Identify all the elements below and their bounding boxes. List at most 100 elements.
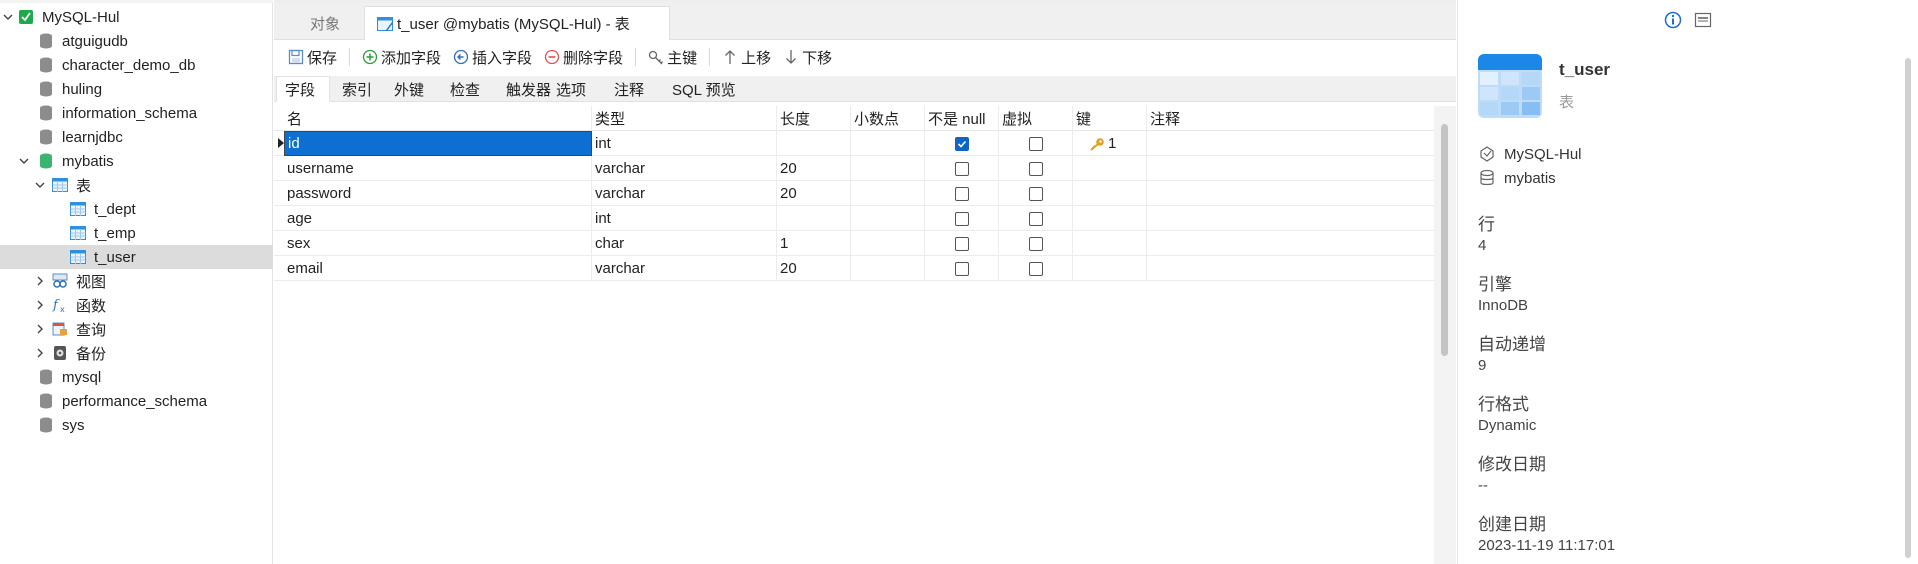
tree-folder-views[interactable]: 视图: [0, 269, 273, 293]
cell-length[interactable]: 20: [777, 181, 851, 206]
col-header-comment[interactable]: 注释: [1147, 106, 1434, 131]
delete-field-button[interactable]: 删除字段: [538, 44, 629, 70]
cell-key[interactable]: [1073, 156, 1147, 181]
cell-decimal[interactable]: [851, 181, 925, 206]
tree-db-performance-schema[interactable]: performance_schema: [0, 389, 273, 413]
cell-name[interactable]: id: [284, 131, 592, 156]
table-row[interactable]: age int: [274, 206, 1434, 231]
cell-key[interactable]: [1073, 231, 1147, 256]
cell-comment[interactable]: [1147, 156, 1434, 181]
tab-t-user-design[interactable]: t_user @mybatis (MySQL-Hul) - 表: [364, 6, 670, 40]
tree-db-huling[interactable]: huling: [0, 77, 273, 101]
tree-folder-queries[interactable]: 查询: [0, 317, 273, 341]
move-down-button[interactable]: 下移: [777, 44, 838, 70]
col-header-not-null[interactable]: 不是 null: [925, 106, 999, 131]
table-row[interactable]: username varchar 20: [274, 156, 1434, 181]
tree-db-learnjdbc[interactable]: learnjdbc: [0, 125, 273, 149]
cell-type[interactable]: char: [592, 231, 777, 256]
not-null-checkbox[interactable]: [954, 136, 969, 151]
cell-decimal[interactable]: [851, 131, 925, 156]
col-header-virtual[interactable]: 虚拟: [999, 106, 1073, 131]
virtual-checkbox[interactable]: [1028, 211, 1043, 226]
cell-comment[interactable]: [1147, 206, 1434, 231]
subtab-indexes[interactable]: 索引: [334, 76, 384, 102]
cell-key[interactable]: 1: [1073, 131, 1147, 156]
virtual-checkbox[interactable]: [1028, 236, 1043, 251]
info-vertical-scrollbar[interactable]: [1903, 50, 1913, 564]
tree-db-information-schema[interactable]: information_schema: [0, 101, 273, 125]
scrollbar-thumb[interactable]: [1905, 58, 1911, 558]
tree-folder-functions[interactable]: fx 函数: [0, 293, 273, 317]
tree-folder-backups[interactable]: 备份: [0, 341, 273, 365]
ddl-icon[interactable]: [1694, 11, 1712, 33]
chevron-right-icon[interactable]: [34, 275, 46, 287]
grid-vertical-scrollbar[interactable]: [1434, 106, 1456, 564]
cell-decimal[interactable]: [851, 206, 925, 231]
chevron-right-icon[interactable]: [34, 299, 46, 311]
subtab-foreign-keys[interactable]: 外键: [386, 76, 440, 102]
cell-key[interactable]: [1073, 181, 1147, 206]
tree-connection-mysql-hul[interactable]: MySQL-Hul: [0, 5, 273, 29]
cell-length[interactable]: [777, 131, 851, 156]
col-header-length[interactable]: 长度: [777, 106, 851, 131]
col-header-name[interactable]: 名: [284, 106, 592, 131]
not-null-checkbox[interactable]: [954, 236, 969, 251]
cell-type[interactable]: varchar: [592, 156, 777, 181]
cell-decimal[interactable]: [851, 156, 925, 181]
cell-length[interactable]: 20: [777, 156, 851, 181]
virtual-checkbox[interactable]: [1028, 161, 1043, 176]
cell-name[interactable]: password: [284, 181, 592, 206]
cell-length[interactable]: [777, 206, 851, 231]
subtab-checks[interactable]: 检查: [442, 76, 496, 102]
cell-name[interactable]: username: [284, 156, 592, 181]
tab-objects[interactable]: 对象: [288, 6, 362, 40]
cell-name[interactable]: email: [284, 256, 592, 281]
chevron-down-icon[interactable]: [34, 179, 46, 191]
cell-name[interactable]: sex: [284, 231, 592, 256]
table-row[interactable]: password varchar 20: [274, 181, 1434, 206]
subtab-options[interactable]: 选项: [548, 76, 606, 102]
tree-table-t-dept[interactable]: t_dept: [0, 197, 273, 221]
cell-length[interactable]: 1: [777, 231, 851, 256]
cell-type[interactable]: varchar: [592, 181, 777, 206]
chevron-right-icon[interactable]: [34, 323, 46, 335]
scrollbar-thumb[interactable]: [1441, 124, 1448, 356]
cell-key[interactable]: [1073, 206, 1147, 231]
tree-db-mybatis[interactable]: mybatis: [0, 149, 273, 173]
not-null-checkbox[interactable]: [954, 261, 969, 276]
cell-type[interactable]: int: [592, 131, 777, 156]
tree-db-atguigudb[interactable]: atguigudb: [0, 29, 273, 53]
subtab-fields[interactable]: 字段: [276, 76, 330, 102]
col-header-decimal[interactable]: 小数点: [851, 106, 925, 131]
subtab-sql-preview[interactable]: SQL 预览: [664, 76, 756, 102]
cell-comment[interactable]: [1147, 131, 1434, 156]
table-row[interactable]: email varchar 20: [274, 256, 1434, 281]
not-null-checkbox[interactable]: [954, 186, 969, 201]
col-header-key[interactable]: 键: [1073, 106, 1147, 131]
cell-key[interactable]: [1073, 256, 1147, 281]
save-button[interactable]: 保存: [282, 44, 343, 70]
virtual-checkbox[interactable]: [1028, 186, 1043, 201]
cell-name[interactable]: age: [284, 206, 592, 231]
add-field-button[interactable]: 添加字段: [356, 44, 447, 70]
col-header-type[interactable]: 类型: [592, 106, 777, 131]
not-null-checkbox[interactable]: [954, 161, 969, 176]
tree-db-character-demo-db[interactable]: character_demo_db: [0, 53, 273, 77]
cell-decimal[interactable]: [851, 231, 925, 256]
primary-key-button[interactable]: 主键: [642, 44, 703, 70]
tree-folder-tables[interactable]: 表: [0, 173, 273, 197]
tree-table-t-emp[interactable]: t_emp: [0, 221, 273, 245]
virtual-checkbox[interactable]: [1028, 136, 1043, 151]
chevron-down-icon[interactable]: [18, 155, 30, 167]
table-row[interactable]: id int 1: [274, 131, 1434, 156]
cell-comment[interactable]: [1147, 181, 1434, 206]
virtual-checkbox[interactable]: [1028, 261, 1043, 276]
cell-type[interactable]: int: [592, 206, 777, 231]
cell-decimal[interactable]: [851, 256, 925, 281]
insert-field-button[interactable]: 插入字段: [447, 44, 538, 70]
chevron-right-icon[interactable]: [34, 347, 46, 359]
cell-comment[interactable]: [1147, 231, 1434, 256]
info-icon[interactable]: [1664, 11, 1682, 33]
subtab-comment[interactable]: 注释: [606, 76, 662, 102]
tree-db-mysql[interactable]: mysql: [0, 365, 273, 389]
